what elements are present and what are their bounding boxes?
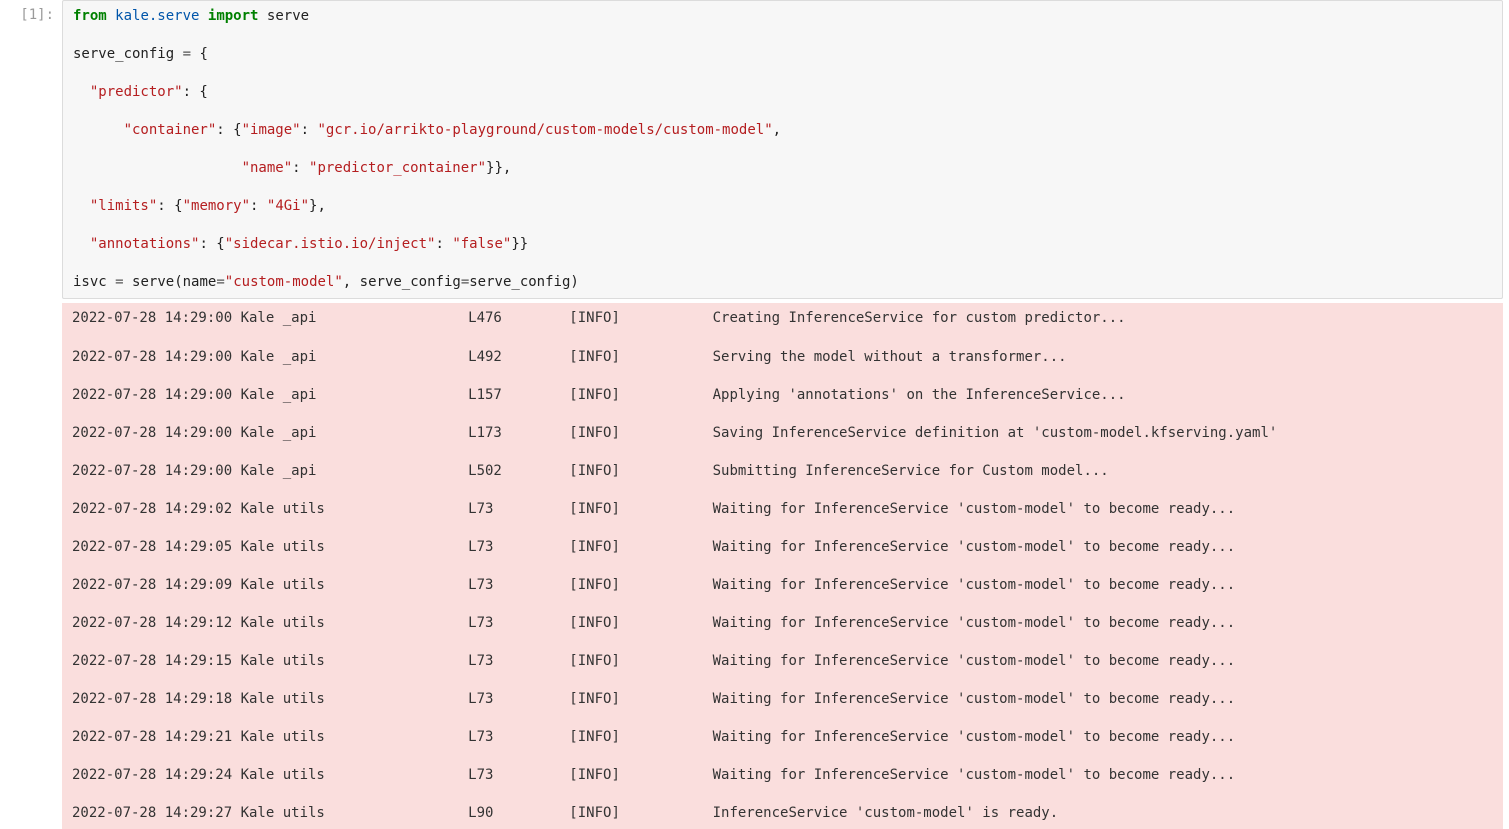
code-token: : { — [183, 84, 208, 100]
input-prompt: [1]: — [6, 0, 62, 299]
code-token — [73, 160, 242, 176]
code-token: }} — [511, 236, 528, 252]
log-line: 2022-07-28 14:29:24 Kale utils L73 [INFO… — [72, 766, 1493, 785]
code-token: { — [199, 46, 207, 62]
log-line: 2022-07-28 14:29:21 Kale utils L73 [INFO… — [72, 728, 1493, 747]
code-token: = — [461, 274, 469, 290]
code-token: import — [208, 8, 259, 24]
output-prompt — [6, 299, 62, 829]
code-token: serve — [267, 8, 309, 24]
log-line: 2022-07-28 14:29:09 Kale utils L73 [INFO… — [72, 576, 1493, 595]
code-line: "annotations": {"sidecar.istio.io/inject… — [73, 235, 1492, 254]
log-output-area: 2022-07-28 14:29:00 Kale _api L476 [INFO… — [62, 303, 1503, 829]
code-token: "memory" — [183, 198, 250, 214]
code-line: serve_config = { — [73, 45, 1492, 64]
code-token: "name" — [242, 160, 293, 176]
code-token — [199, 8, 207, 24]
code-token: kale.serve — [115, 8, 199, 24]
code-token: , — [343, 274, 360, 290]
code-line: "name": "predictor_container"}}, — [73, 159, 1492, 178]
log-line: 2022-07-28 14:29:00 Kale _api L492 [INFO… — [72, 348, 1493, 367]
code-token — [73, 122, 124, 138]
code-token — [73, 84, 90, 100]
log-line: 2022-07-28 14:29:15 Kale utils L73 [INFO… — [72, 652, 1493, 671]
code-token — [73, 236, 90, 252]
code-token: = — [216, 274, 224, 290]
code-token: = — [183, 46, 191, 62]
code-line: "limits": {"memory": "4Gi"}, — [73, 197, 1492, 216]
code-token — [174, 46, 182, 62]
code-token — [107, 274, 115, 290]
code-token: "custom-model" — [225, 274, 343, 290]
code-line: from kale.serve import serve — [73, 7, 1492, 26]
code-token — [124, 274, 132, 290]
code-token: : — [250, 198, 267, 214]
log-line: 2022-07-28 14:29:02 Kale utils L73 [INFO… — [72, 500, 1493, 519]
code-token: "4Gi" — [267, 198, 309, 214]
log-line: 2022-07-28 14:29:00 Kale _api L502 [INFO… — [72, 462, 1493, 481]
code-token: , — [773, 122, 781, 138]
code-token: }, — [309, 198, 326, 214]
log-line: 2022-07-28 14:29:00 Kale _api L157 [INFO… — [72, 386, 1493, 405]
code-token: : { — [216, 122, 241, 138]
code-token: : { — [157, 198, 182, 214]
code-token: "predictor_container" — [309, 160, 486, 176]
code-token: "annotations" — [90, 236, 200, 252]
code-token: "false" — [452, 236, 511, 252]
code-token: "sidecar.istio.io/inject" — [225, 236, 436, 252]
code-token — [73, 198, 90, 214]
log-line: 2022-07-28 14:29:05 Kale utils L73 [INFO… — [72, 538, 1493, 557]
code-token: name — [183, 274, 217, 290]
code-token: serve_config — [73, 46, 174, 62]
code-token: isvc — [73, 274, 107, 290]
code-token: : — [435, 236, 452, 252]
code-line: isvc = serve(name="custom-model", serve_… — [73, 273, 1492, 292]
code-token: "image" — [242, 122, 301, 138]
log-line: 2022-07-28 14:29:12 Kale utils L73 [INFO… — [72, 614, 1493, 633]
log-line: 2022-07-28 14:29:00 Kale _api L173 [INFO… — [72, 424, 1493, 443]
code-token: }}, — [486, 160, 511, 176]
log-line: 2022-07-28 14:29:00 Kale _api L476 [INFO… — [72, 309, 1493, 328]
code-token: ) — [570, 274, 578, 290]
notebook-output-cell: 2022-07-28 14:29:00 Kale _api L476 [INFO… — [0, 299, 1509, 829]
code-token: "predictor" — [90, 84, 183, 100]
code-token: "container" — [124, 122, 217, 138]
code-token: "limits" — [90, 198, 157, 214]
notebook-input-cell: [1]: from kale.serve import serve serve_… — [0, 0, 1509, 299]
log-line: 2022-07-28 14:29:27 Kale utils L90 [INFO… — [72, 804, 1493, 823]
code-input-area[interactable]: from kale.serve import serve serve_confi… — [62, 0, 1503, 299]
code-line: "predictor": { — [73, 83, 1492, 102]
code-token: : { — [199, 236, 224, 252]
code-token: serve — [132, 274, 174, 290]
code-token: : — [292, 160, 309, 176]
code-token: = — [115, 274, 123, 290]
code-token: serve_config — [360, 274, 461, 290]
code-token: : — [301, 122, 318, 138]
log-line: 2022-07-28 14:29:18 Kale utils L73 [INFO… — [72, 690, 1493, 709]
code-token — [258, 8, 266, 24]
code-line: "container": {"image": "gcr.io/arrikto-p… — [73, 121, 1492, 140]
code-token: ( — [174, 274, 182, 290]
code-token — [107, 8, 115, 24]
code-token: "gcr.io/arrikto-playground/custom-models… — [317, 122, 772, 138]
code-token: from — [73, 8, 107, 24]
code-token: serve_config — [469, 274, 570, 290]
